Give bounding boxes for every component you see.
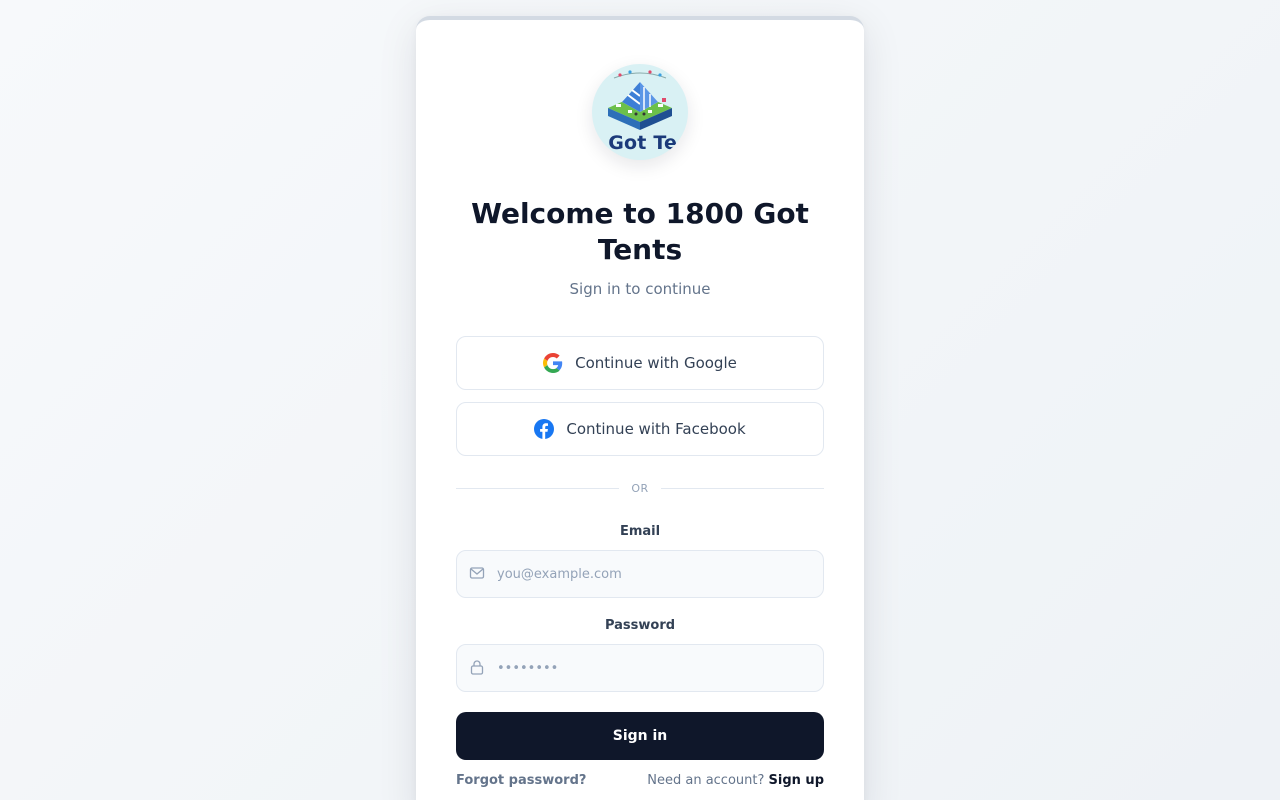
email-input[interactable] — [497, 551, 813, 597]
facebook-icon — [534, 419, 555, 439]
signup-prompt: Need an account? Sign up — [647, 773, 824, 788]
google-signin-button[interactable]: Continue with Google — [456, 336, 824, 390]
divider-text: OR — [631, 481, 649, 495]
password-input[interactable] — [497, 645, 813, 691]
password-label: Password — [604, 618, 676, 633]
sign-up-link[interactable]: Sign up — [769, 773, 824, 788]
page-title: Welcome to 1800 Got Tents — [471, 197, 809, 266]
or-divider: OR — [456, 478, 824, 498]
facebook-button-label: Continue with Facebook — [566, 420, 746, 438]
mail-icon — [469, 565, 485, 581]
sign-in-button[interactable]: Sign in — [456, 712, 824, 760]
email-label: Email — [619, 524, 661, 539]
login-card: 0 Got Te Welcome to 1800 Got Tents Sign … — [416, 16, 864, 800]
divider-line-left — [456, 487, 620, 489]
need-account-text: Need an account? — [647, 773, 765, 788]
password-field-wrapper[interactable] — [456, 644, 824, 692]
forgot-password-link[interactable]: Forgot password? — [456, 773, 586, 788]
facebook-signin-button[interactable]: Continue with Facebook — [456, 402, 824, 456]
page-subtitle: Sign in to continue — [569, 280, 711, 298]
google-button-label: Continue with Google — [575, 354, 737, 372]
divider-line-right — [660, 487, 824, 489]
lock-icon — [469, 659, 485, 675]
brand-logo: 0 Got Te — [592, 64, 688, 160]
logo-wordmark: 0 Got Te — [592, 132, 678, 154]
google-icon — [543, 353, 563, 373]
email-field-wrapper[interactable] — [456, 550, 824, 598]
